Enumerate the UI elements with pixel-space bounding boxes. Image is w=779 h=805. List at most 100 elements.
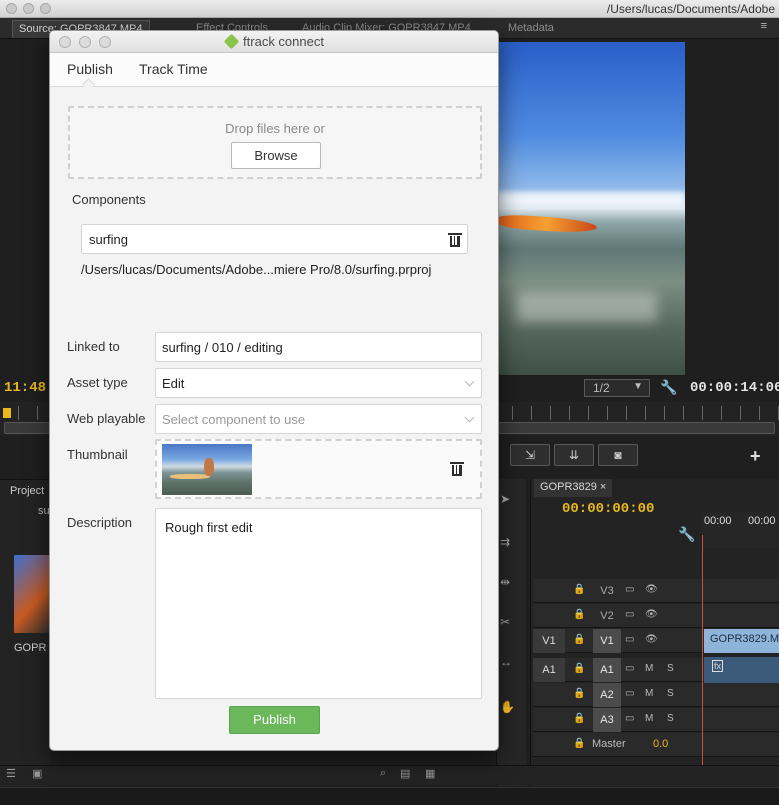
track-source[interactable]: V1 (533, 629, 565, 653)
track-output-icon[interactable]: ▭ (625, 584, 634, 595)
lock-icon[interactable]: 🔒 (573, 634, 585, 645)
sequence-tab[interactable]: GOPR3829 × (534, 479, 613, 497)
track-name[interactable]: A2 (593, 683, 621, 707)
add-button-icon[interactable]: + (750, 446, 761, 467)
video-clip[interactable]: GOPR3829.M (704, 629, 779, 653)
sequence-playhead[interactable] (702, 535, 703, 765)
insert-button[interactable]: ⇲ (510, 444, 550, 466)
lock-icon[interactable]: 🔒 (573, 738, 585, 749)
component-name-field[interactable]: surfing (81, 224, 468, 254)
tab-track-time[interactable]: Track Time (139, 61, 208, 77)
track-source[interactable] (533, 708, 565, 732)
publish-button[interactable]: Publish (229, 706, 320, 734)
project-clip-thumbnail[interactable] (14, 555, 50, 633)
description-label: Description (67, 515, 133, 530)
project-clip-label: GOPR (14, 642, 47, 654)
track-output-icon[interactable]: ▭ (625, 663, 634, 674)
source-playhead-marker[interactable] (3, 408, 11, 418)
description-textarea[interactable]: Rough first edit (155, 508, 482, 699)
track-row-v3[interactable]: 🔒 V3 ▭ 👁 (533, 579, 779, 603)
source-settings-wrench-icon[interactable]: 🔧 (660, 379, 677, 396)
track-source[interactable] (533, 604, 565, 628)
list-view-icon[interactable]: ☰ (6, 767, 16, 780)
mute-button[interactable]: M (645, 688, 653, 699)
mute-button[interactable]: M (645, 663, 653, 674)
track-row-v2[interactable]: 🔒 V2 ▭ 👁 (533, 604, 779, 628)
track-source[interactable]: A1 (533, 658, 565, 682)
browse-button[interactable]: Browse (231, 142, 321, 169)
eye-icon[interactable]: 👁 (645, 609, 658, 620)
track-output-icon[interactable]: ▭ (625, 634, 634, 645)
minimize-window-button[interactable] (23, 3, 34, 14)
dialog-tabs: Publish Track Time (50, 53, 498, 87)
overwrite-button[interactable]: ⇊ (554, 444, 594, 466)
web-playable-select[interactable]: Select component to use (155, 404, 482, 434)
linked-to-field[interactable]: surfing / 010 / editing (155, 332, 482, 362)
track-name[interactable]: V3 (593, 579, 621, 603)
track-name[interactable]: A1 (593, 658, 621, 682)
trash-icon[interactable] (448, 233, 462, 247)
source-timecode[interactable]: 11:48: (4, 380, 54, 396)
tab-publish[interactable]: Publish (67, 61, 113, 77)
track-row-a2[interactable]: 🔒 A2 ▭ M S (533, 683, 779, 707)
timeline-settings-wrench-icon[interactable]: 🔧 (678, 526, 695, 543)
ftrack-logo-icon (223, 33, 240, 50)
track-output-icon[interactable]: ▭ (625, 609, 634, 620)
asset-type-select[interactable]: Edit (155, 368, 482, 398)
zoom-select[interactable]: 1/2 ▼ (584, 379, 650, 397)
icon-view-icon[interactable]: ▣ (32, 767, 42, 780)
lock-icon[interactable]: 🔒 (573, 688, 585, 699)
slip-tool-icon[interactable]: ↔ (500, 655, 512, 669)
lock-icon[interactable]: 🔒 (573, 713, 585, 724)
track-source[interactable] (533, 683, 565, 707)
insert-icon: ⇲ (524, 448, 536, 462)
track-name[interactable]: V1 (593, 629, 621, 653)
track-output-icon[interactable]: ▭ (625, 688, 634, 699)
file-dropzone[interactable]: Drop files here or Browse (68, 106, 482, 179)
audio-clip[interactable]: fx (704, 657, 779, 683)
mute-button[interactable]: M (645, 713, 653, 724)
thumbnail-surfer (204, 458, 214, 476)
lock-icon[interactable]: 🔒 (573, 584, 585, 595)
solo-button[interactable]: S (667, 688, 674, 699)
new-bin-icon[interactable]: ▤ (400, 767, 410, 780)
project-tab[interactable]: Project (10, 485, 44, 497)
track-output-icon[interactable]: ▭ (625, 713, 634, 724)
track-name[interactable]: A3 (593, 708, 621, 732)
trash-icon[interactable] (450, 462, 464, 476)
track-name[interactable]: V2 (593, 604, 621, 628)
eye-icon[interactable]: 👁 (645, 634, 658, 645)
sequence-timecode[interactable]: 00:00:00:00 (562, 501, 654, 517)
zoom-window-button[interactable] (40, 3, 51, 14)
export-frame-button[interactable]: ◙ (598, 444, 638, 466)
window-path: /Users/lucas/Documents/Adobe (606, 2, 775, 16)
track-source[interactable] (533, 579, 565, 603)
thumbnail-label: Thumbnail (67, 447, 128, 462)
fx-badge: fx (712, 660, 724, 672)
panel-menu-icon[interactable]: ≡ (761, 20, 767, 32)
track-row-master[interactable]: 🔒 Master 0.0 (533, 733, 779, 757)
close-window-button[interactable] (6, 3, 17, 14)
lock-icon[interactable]: 🔒 (573, 663, 585, 674)
hand-tool-icon[interactable]: ✋ (500, 700, 515, 714)
overwrite-icon: ⇊ (568, 448, 580, 462)
dialog-title-text: ftrack connect (243, 34, 324, 49)
water-foam (517, 292, 657, 322)
new-item-icon[interactable]: ▦ (425, 767, 435, 780)
ruler-label-1: 00:00 (704, 515, 732, 527)
track-row-a3[interactable]: 🔒 A3 ▭ M S (533, 708, 779, 732)
components-label: Components (72, 192, 146, 207)
lock-icon[interactable]: 🔒 (573, 609, 585, 620)
master-volume[interactable]: 0.0 (653, 738, 668, 750)
asset-type-value: Edit (162, 376, 185, 391)
razor-tool-icon[interactable]: ✂ (500, 615, 510, 629)
solo-button[interactable]: S (667, 663, 674, 674)
eye-icon[interactable]: 👁 (645, 584, 658, 595)
find-icon[interactable]: ⌕ (380, 767, 386, 780)
track-select-tool-icon[interactable]: ⇉ (500, 535, 510, 549)
selection-tool-icon[interactable]: ➤ (500, 492, 510, 506)
tab-metadata[interactable]: Metadata (502, 20, 560, 38)
ripple-edit-tool-icon[interactable]: ⇹ (500, 575, 510, 589)
thumbnail-dropzone[interactable] (155, 439, 482, 499)
solo-button[interactable]: S (667, 713, 674, 724)
